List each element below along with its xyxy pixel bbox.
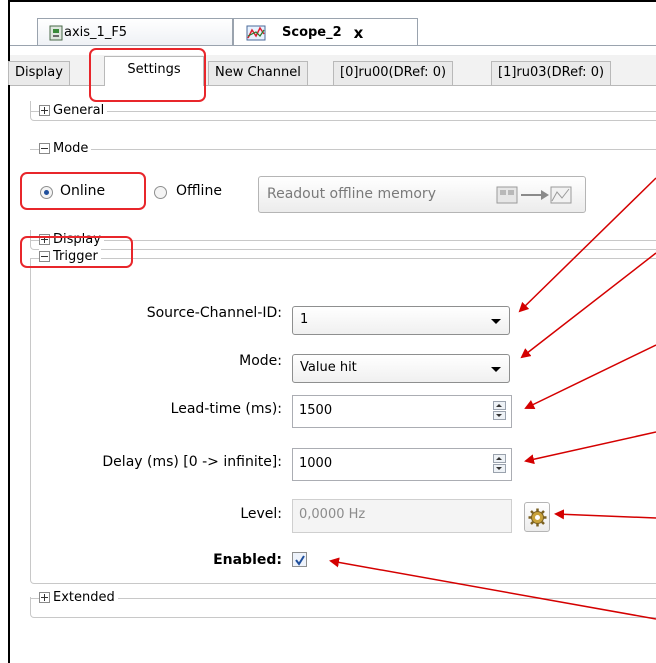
source-channel-label: Source-Channel-ID:	[146, 305, 282, 321]
tab-display[interactable]: Display	[8, 61, 70, 85]
highlight-settings-tab	[89, 48, 206, 102]
close-icon[interactable]: x	[354, 24, 364, 42]
delay-value: 1000	[299, 456, 333, 471]
enabled-checkbox[interactable]	[292, 552, 307, 567]
source-channel-value: 1	[300, 312, 309, 327]
spin-down-icon[interactable]	[493, 464, 506, 473]
source-channel-dropdown[interactable]: 1	[292, 306, 510, 335]
delay-spinner[interactable]	[493, 454, 506, 474]
doc-tab-scope-label: Scope_2	[282, 25, 342, 40]
enabled-label: Enabled:	[213, 552, 282, 568]
trigger-mode-label: Mode:	[239, 353, 282, 369]
lead-time-label: Lead-time (ms):	[170, 401, 282, 417]
extended-group-title: Extended	[53, 590, 115, 605]
mode-group-header[interactable]: Mode	[39, 141, 92, 156]
offline-label[interactable]: Offline	[176, 183, 222, 199]
doc-tab-scope[interactable]: Scope_2 x	[233, 18, 418, 46]
expand-icon[interactable]	[39, 105, 50, 116]
spin-up-icon[interactable]	[493, 401, 506, 410]
expand-icon[interactable]	[39, 592, 50, 603]
collapse-icon[interactable]	[39, 143, 50, 154]
general-group-header[interactable]: General	[39, 103, 108, 118]
general-divider	[30, 111, 656, 112]
tabstrip-divider	[10, 45, 656, 46]
general-group-title: General	[53, 103, 105, 118]
delay-input[interactable]: 1000	[292, 448, 512, 481]
trigger-mode-dropdown[interactable]: Value hit	[292, 354, 510, 383]
offline-radio[interactable]	[154, 186, 167, 199]
level-value: 0,0000 Hz	[299, 507, 366, 522]
doc-tab-axis-label: axis_1_F5	[64, 25, 128, 40]
extended-group-header[interactable]: Extended	[39, 590, 118, 605]
online-label[interactable]: Online	[60, 183, 105, 199]
tab-ru00[interactable]: [0]ru00(DRef: 0)	[333, 61, 454, 85]
chevron-down-icon	[491, 319, 501, 324]
memory-to-scope-icon	[496, 186, 572, 204]
lead-time-spinner[interactable]	[493, 401, 506, 421]
mode-divider	[30, 149, 656, 150]
highlight-trigger	[20, 236, 133, 268]
level-settings-button[interactable]	[524, 502, 550, 532]
extended-group	[30, 597, 656, 618]
tab-ru03[interactable]: [1]ru03(DRef: 0)	[491, 61, 612, 85]
readout-button-label: Readout offline memory	[267, 186, 436, 202]
check-icon	[295, 555, 305, 566]
level-label: Level:	[240, 506, 282, 522]
doc-tab-axis[interactable]: axis_1_F5	[37, 18, 233, 46]
spin-down-icon[interactable]	[493, 411, 506, 420]
device-icon	[49, 25, 63, 41]
gear-icon	[528, 508, 547, 527]
delay-label: Delay (ms) [0 -> infinite]:	[102, 454, 282, 470]
level-input[interactable]: 0,0000 Hz	[292, 499, 512, 533]
lead-time-value: 1500	[299, 403, 333, 418]
scope-icon	[246, 25, 266, 41]
tab-new-channel[interactable]: New Channel	[208, 61, 308, 85]
trigger-mode-value: Value hit	[300, 360, 357, 375]
mode-group-title: Mode	[53, 141, 89, 156]
chevron-down-icon	[491, 367, 501, 372]
spin-up-icon[interactable]	[493, 454, 506, 463]
lead-time-input[interactable]: 1500	[292, 395, 512, 428]
extended-divider	[30, 598, 656, 599]
readout-offline-memory-button[interactable]: Readout offline memory	[258, 176, 586, 213]
online-radio[interactable]	[40, 186, 53, 199]
